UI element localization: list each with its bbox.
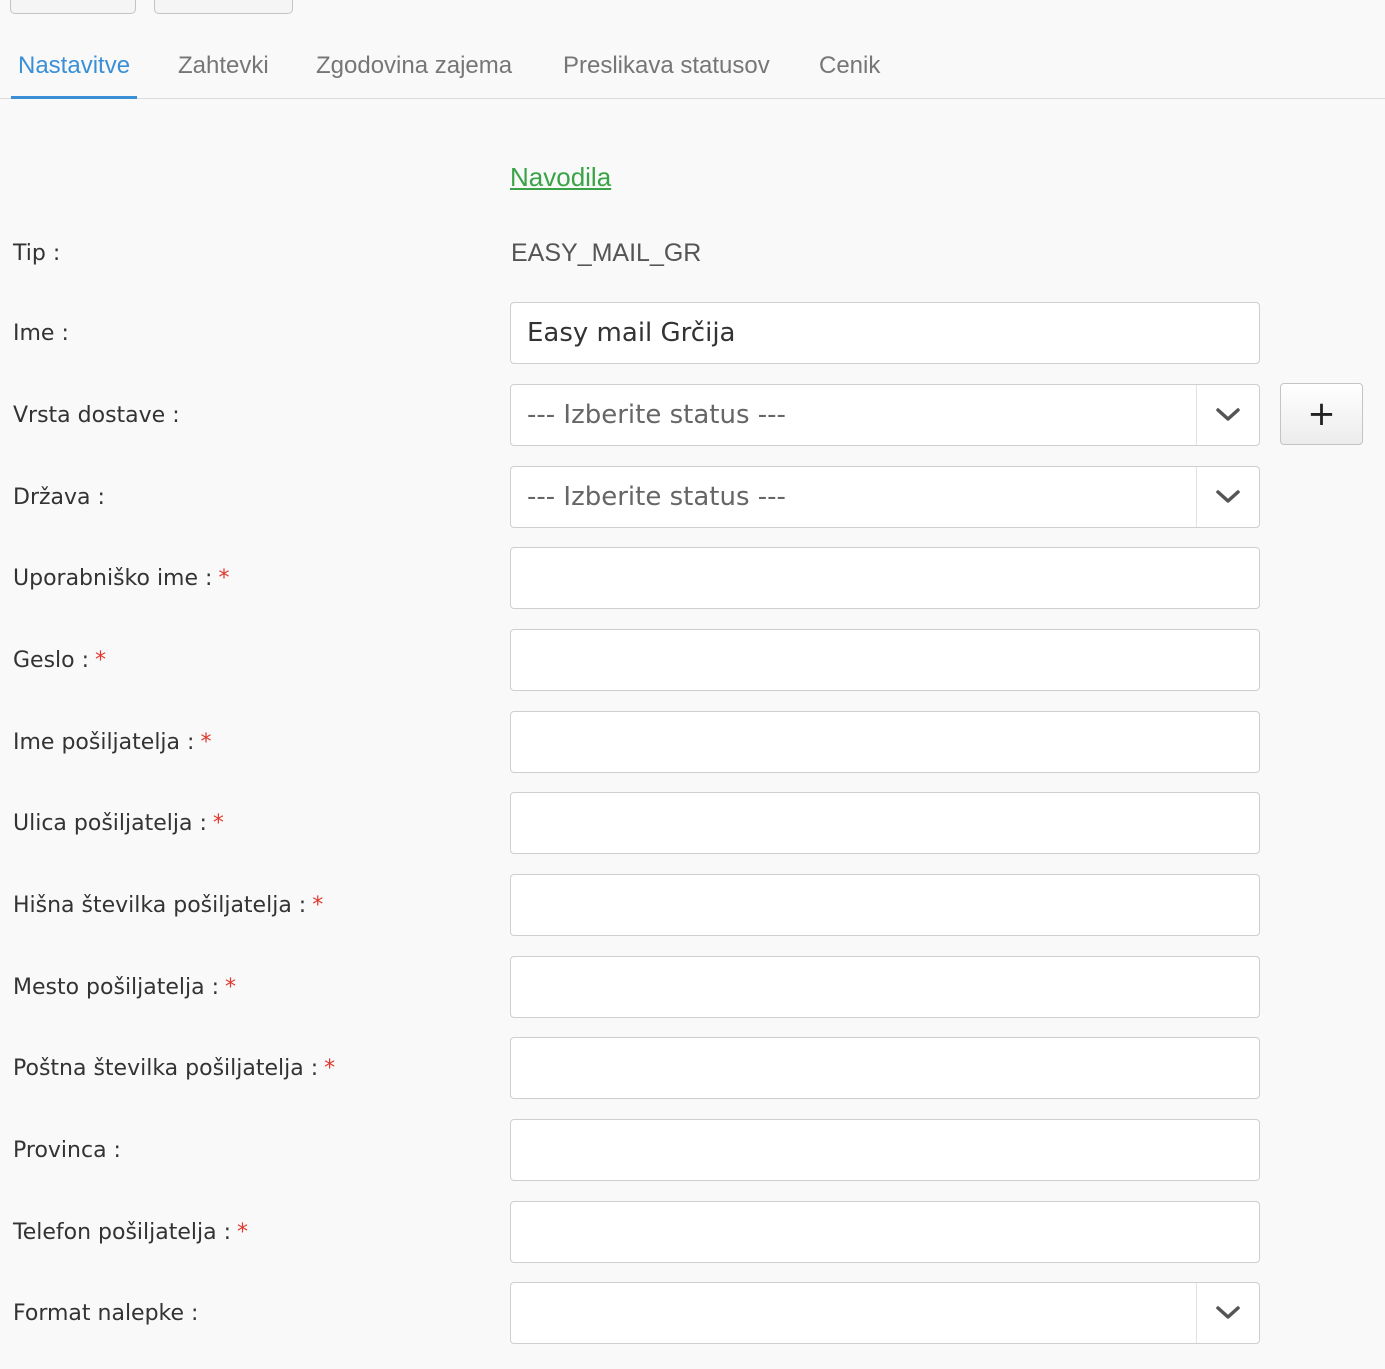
required-mark: *	[312, 892, 324, 918]
drzava-select[interactable]: --- Izberite status ---	[510, 466, 1260, 528]
provinca-label: Provinca :	[13, 1137, 121, 1163]
tab-zgodovina-zajema[interactable]: Zgodovina zajema	[309, 38, 519, 99]
hisna-stevilka-label: Hišna številka pošiljatelja : *	[13, 892, 324, 918]
form-row-postna-stevilka: Poštna številka pošiljatelja : *	[0, 1037, 1385, 1099]
geslo-label: Geslo : *	[13, 647, 107, 673]
ulica-posiljatelja-label: Ulica pošiljatelja : *	[13, 810, 224, 836]
chevron-down-icon	[1196, 467, 1259, 527]
tab-nastavitve[interactable]: Nastavitve	[11, 38, 138, 99]
form-row-vrsta-dostave: Vrsta dostave : --- Izberite status --- …	[0, 383, 1385, 446]
telefon-posiljatelja-input[interactable]	[510, 1201, 1260, 1263]
ime-input[interactable]	[510, 302, 1260, 364]
geslo-input[interactable]	[510, 629, 1260, 691]
form-row-uporabnisko-ime: Uporabniško ime : *	[0, 547, 1385, 609]
mesto-posiljatelja-label: Mesto pošiljatelja : *	[13, 974, 237, 1000]
tab-bar: Nastavitve Zahtevki Zgodovina zajema Pre…	[0, 38, 1385, 99]
required-mark: *	[212, 810, 224, 836]
required-mark: *	[237, 1219, 249, 1245]
postna-stevilka-label: Poštna številka pošiljatelja : *	[13, 1055, 336, 1081]
top-button-1[interactable]	[10, 0, 136, 14]
ulica-posiljatelja-input[interactable]	[510, 792, 1260, 854]
tab-cenik[interactable]: Cenik	[812, 38, 887, 99]
form-row-drzava: Država : --- Izberite status ---	[0, 466, 1385, 528]
help-link[interactable]: Navodila	[510, 162, 611, 193]
required-mark: *	[218, 565, 230, 591]
drzava-label: Država :	[13, 484, 105, 510]
tab-preslikava-statusov[interactable]: Preslikava statusov	[556, 38, 777, 99]
required-mark: *	[225, 974, 237, 1000]
tab-zahtevki[interactable]: Zahtevki	[171, 38, 276, 99]
uporabnisko-ime-input[interactable]	[510, 547, 1260, 609]
vrsta-dostave-select[interactable]: --- Izberite status ---	[510, 384, 1260, 446]
chevron-down-icon	[1196, 1283, 1259, 1343]
vrsta-dostave-selected: --- Izberite status ---	[527, 400, 786, 430]
mesto-posiljatelja-input[interactable]	[510, 956, 1260, 1018]
form-row-mesto-posiljatelja: Mesto pošiljatelja : *	[0, 956, 1385, 1018]
add-vrsta-dostave-button[interactable]: +	[1280, 383, 1363, 445]
form-row-format-nalepke: Format nalepke :	[0, 1282, 1385, 1344]
top-button-2[interactable]	[154, 0, 293, 14]
form-row-ime-posiljatelja: Ime pošiljatelja : *	[0, 711, 1385, 773]
form-row-telefon-posiljatelja: Telefon pošiljatelja : *	[0, 1201, 1385, 1263]
form-row-ulica-posiljatelja: Ulica pošiljatelja : *	[0, 792, 1385, 854]
required-mark: *	[324, 1055, 336, 1081]
ime-label: Ime :	[13, 320, 69, 346]
form-row-tip: Tip : EASY_MAIL_GR	[0, 222, 1385, 284]
form-row-provinca: Provinca :	[0, 1119, 1385, 1181]
postna-stevilka-input[interactable]	[510, 1037, 1260, 1099]
uporabnisko-ime-label: Uporabniško ime : *	[13, 565, 230, 591]
telefon-posiljatelja-label: Telefon pošiljatelja : *	[13, 1219, 249, 1245]
tip-label: Tip :	[13, 240, 61, 266]
vrsta-dostave-label: Vrsta dostave :	[13, 402, 180, 428]
format-nalepke-label: Format nalepke :	[13, 1300, 199, 1326]
provinca-input[interactable]	[510, 1119, 1260, 1181]
ime-posiljatelja-label: Ime pošiljatelja : *	[13, 729, 212, 755]
required-mark: *	[200, 729, 212, 755]
drzava-selected: --- Izberite status ---	[527, 482, 786, 512]
ime-posiljatelja-input[interactable]	[510, 711, 1260, 773]
form-row-ime: Ime :	[0, 302, 1385, 364]
hisna-stevilka-input[interactable]	[510, 874, 1260, 936]
form-row-geslo: Geslo : *	[0, 629, 1385, 691]
form-row-hisna-stevilka: Hišna številka pošiljatelja : *	[0, 874, 1385, 936]
tip-value: EASY_MAIL_GR	[511, 238, 702, 267]
required-mark: *	[95, 647, 107, 673]
chevron-down-icon	[1196, 385, 1259, 445]
format-nalepke-select[interactable]	[510, 1282, 1260, 1344]
